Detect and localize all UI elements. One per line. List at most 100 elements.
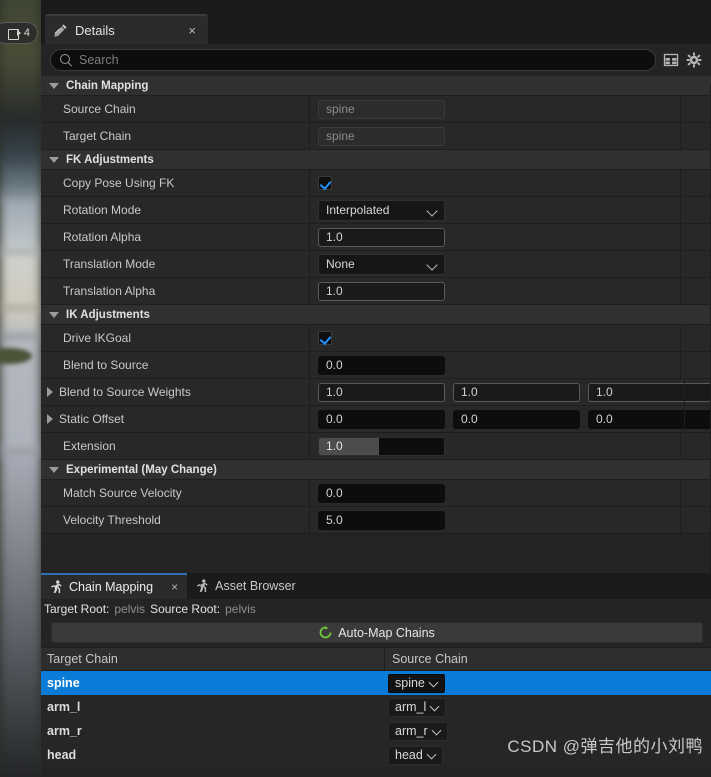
target-root-label: Target Root:: [44, 602, 110, 616]
property-label-text: Rotation Alpha: [63, 230, 142, 244]
viewport-blur-band: [0, 158, 41, 198]
viewport-blur-band: [0, 194, 41, 254]
viewport-blur-band: [0, 448, 41, 777]
section-title: IK Adjustments: [66, 308, 150, 321]
property-label: Drive IKGoal: [41, 325, 310, 351]
property-label-text: Translation Alpha: [63, 284, 156, 298]
property-label[interactable]: Static Offset: [41, 406, 310, 432]
property-row-translation-alpha: Translation Alpha 1.0: [41, 278, 711, 305]
drive-ikgoal-checkbox[interactable]: [318, 331, 332, 345]
property-row-blend-to-source: Blend to Source 0.0: [41, 352, 711, 379]
property-label-text: Static Offset: [59, 412, 125, 426]
extension-slider[interactable]: 1.0: [318, 436, 445, 456]
property-label-text: Extension: [63, 439, 116, 453]
details-pencil-icon: [54, 24, 67, 37]
auto-map-chains-button[interactable]: Auto-Map Chains: [51, 622, 703, 643]
property-value: 0.0: [310, 352, 711, 378]
table-row[interactable]: arm_l arm_l: [41, 695, 711, 719]
viewport-blur-band: [0, 250, 41, 310]
section-header-ik-adjustments[interactable]: IK Adjustments: [41, 305, 711, 325]
column-header-source-chain[interactable]: Source Chain: [385, 652, 711, 666]
search-placeholder: Search: [79, 53, 119, 67]
section-header-chain-mapping[interactable]: Chain Mapping: [41, 76, 711, 96]
source-chain-value: arm_r: [395, 724, 428, 738]
target-chain-field[interactable]: spine: [318, 126, 445, 146]
copy-pose-using-fk-checkbox[interactable]: [318, 176, 332, 190]
property-row-static-offset: Static Offset 0.0 0.0 0.0: [41, 406, 711, 433]
section-header-fk-adjustments[interactable]: FK Adjustments: [41, 150, 711, 170]
property-row-source-chain: Source Chain spine: [41, 96, 711, 123]
auto-map-wrap: Auto-Map Chains: [41, 619, 711, 647]
property-value: 1.0 1.0 1.0: [310, 379, 711, 405]
static-offset-x-field[interactable]: 0.0: [318, 409, 445, 429]
property-value: 0.0 0.0 0.0: [310, 406, 711, 432]
property-label: Target Chain: [41, 123, 310, 149]
source-chain-cell: arm_l: [385, 697, 711, 717]
column-header-target-chain[interactable]: Target Chain: [41, 648, 385, 670]
camera-count-badge[interactable]: 4: [0, 22, 38, 44]
tab-asset-browser[interactable]: Asset Browser: [187, 573, 305, 599]
translation-alpha-field[interactable]: 1.0: [318, 281, 445, 301]
viewport-sliver[interactable]: 4: [0, 0, 41, 777]
property-label[interactable]: Blend to Source Weights: [41, 379, 310, 405]
source-root-value: pelvis: [225, 602, 256, 616]
static-offset-y-field[interactable]: 0.0: [453, 409, 580, 429]
tab-chain-mapping[interactable]: Chain Mapping ×: [41, 573, 188, 599]
section-header-experimental[interactable]: Experimental (May Change): [41, 460, 711, 480]
chevron-down-icon: [49, 156, 59, 163]
translation-mode-value: None: [326, 257, 355, 271]
source-chain-dropdown[interactable]: arm_r: [388, 721, 448, 741]
blend-weight-y-field[interactable]: 1.0: [453, 382, 580, 402]
chevron-down-icon: [49, 311, 59, 318]
chevron-down-icon: [49, 466, 59, 473]
property-label-text: Velocity Threshold: [63, 513, 161, 527]
blend-to-source-field[interactable]: 0.0: [318, 355, 445, 375]
source-chain-field[interactable]: spine: [318, 99, 445, 119]
tab-asset-browser-label: Asset Browser: [215, 579, 296, 593]
chevron-down-icon: [428, 751, 436, 759]
rotation-mode-dropdown[interactable]: Interpolated: [318, 199, 445, 221]
close-icon[interactable]: ×: [171, 580, 178, 594]
settings-gear-icon[interactable]: [686, 52, 702, 68]
table-row[interactable]: head head: [41, 743, 711, 767]
source-chain-dropdown[interactable]: arm_l: [388, 697, 447, 717]
tab-details-label: Details: [75, 22, 115, 38]
property-label-text: Target Chain: [63, 129, 132, 143]
target-chain-name: spine: [47, 676, 80, 690]
blend-weight-z-field[interactable]: 1.0: [588, 382, 711, 402]
rotation-mode-value: Interpolated: [326, 203, 390, 217]
details-panel: Details × Search Chain Mapping Source Ch…: [41, 0, 711, 573]
blend-weight-x-field[interactable]: 1.0: [318, 382, 445, 402]
property-label: Translation Alpha: [41, 278, 310, 304]
property-row-translation-mode: Translation Mode None: [41, 251, 711, 278]
rotation-alpha-field[interactable]: 1.0: [318, 227, 445, 247]
source-chain-value: arm_l: [395, 700, 427, 714]
chevron-down-icon: [49, 82, 59, 89]
property-label: Source Chain: [41, 96, 310, 122]
search-icon: [60, 54, 72, 66]
viewport-blur-band: [0, 118, 41, 163]
translation-mode-dropdown[interactable]: None: [318, 253, 445, 275]
refresh-icon: [319, 626, 332, 639]
section-title: FK Adjustments: [66, 153, 154, 166]
property-label-text: Rotation Mode: [63, 203, 142, 217]
chevron-right-icon: [47, 387, 53, 397]
property-label-text: Blend to Source Weights: [59, 385, 191, 399]
property-row-match-source-velocity: Match Source Velocity 0.0: [41, 480, 711, 507]
chevron-down-icon: [428, 206, 437, 215]
property-value: 5.0: [310, 507, 711, 533]
table-grid-icon[interactable]: [663, 52, 679, 68]
velocity-threshold-field[interactable]: 5.0: [318, 510, 445, 530]
source-chain-dropdown[interactable]: head: [388, 745, 443, 765]
close-icon[interactable]: ×: [184, 22, 200, 39]
source-chain-dropdown[interactable]: spine: [388, 673, 445, 693]
camera-icon: [7, 28, 21, 40]
match-source-velocity-field[interactable]: 0.0: [318, 483, 445, 503]
tab-details[interactable]: Details ×: [45, 14, 208, 44]
search-input[interactable]: Search: [50, 49, 656, 71]
table-row[interactable]: spine spine: [41, 671, 711, 695]
static-offset-z-field[interactable]: 0.0: [588, 409, 711, 429]
property-value: None: [310, 251, 711, 277]
table-row[interactable]: arm_r arm_r: [41, 719, 711, 743]
property-row-velocity-threshold: Velocity Threshold 5.0: [41, 507, 711, 534]
